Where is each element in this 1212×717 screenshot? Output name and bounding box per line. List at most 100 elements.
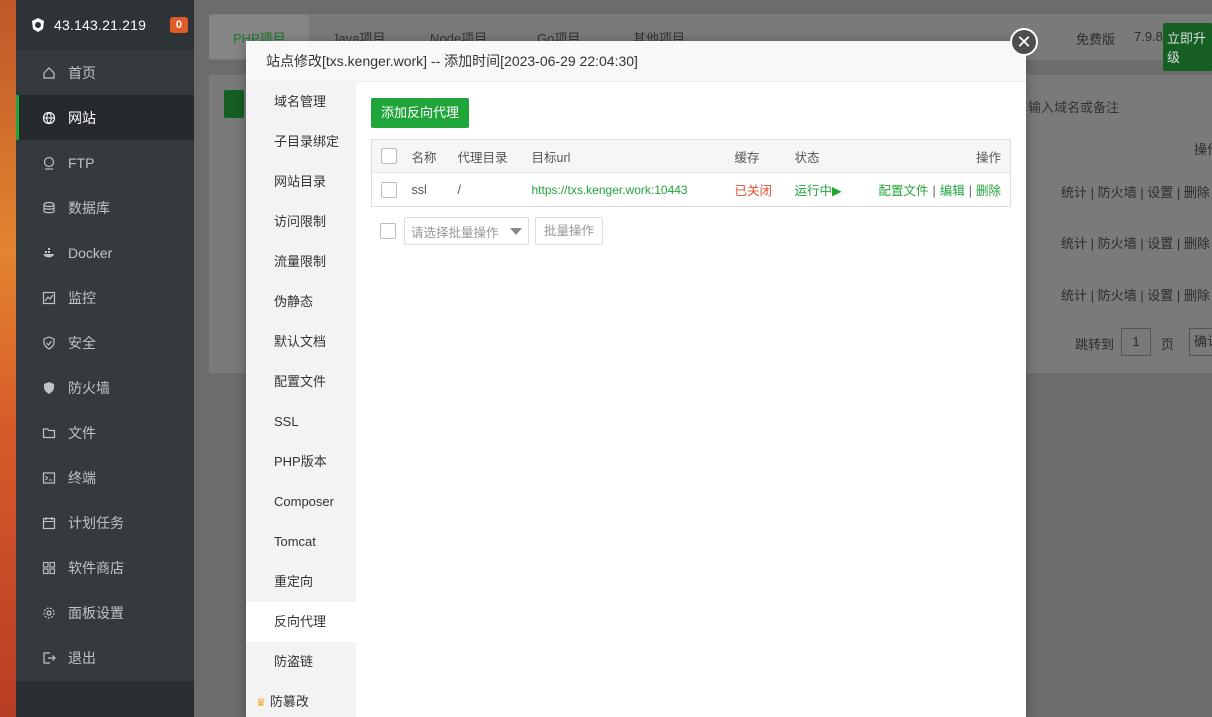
batch-operate-button[interactable]: 批量操作 — [535, 217, 604, 245]
sidebar-item-8[interactable]: 文件 — [16, 410, 194, 455]
modal-nav-item-5[interactable]: 伪静态 — [246, 282, 356, 322]
firewall-icon — [44, 381, 54, 394]
modal-nav-item-2[interactable]: 网站目录 — [246, 162, 356, 202]
col-cache: 缓存 — [734, 139, 795, 173]
add-reverse-proxy-button[interactable]: 添加反向代理 — [371, 98, 470, 128]
page-input[interactable]: 1 — [1121, 328, 1151, 356]
modal-nav-item-7[interactable]: 配置文件 — [246, 362, 356, 402]
modal-nav-item-13[interactable]: 反向代理 — [246, 602, 356, 642]
server-header: 43.143.21.219 0 — [16, 0, 194, 50]
sidebar-item-4[interactable]: Docker — [16, 230, 194, 275]
modal-nav-item-6[interactable]: 默认文档 — [246, 322, 356, 362]
modal-nav-item-11[interactable]: Tomcat — [246, 522, 356, 562]
folder-icon — [42, 427, 56, 438]
sidebar-footer — [16, 681, 194, 717]
sidebar-item-5[interactable]: 监控 — [16, 275, 194, 320]
sidebar-item-12[interactable]: 面板设置 — [16, 590, 194, 635]
stats-link[interactable]: 统计 — [1061, 236, 1087, 251]
add-site-button[interactable] — [224, 90, 244, 118]
desktop-edge — [0, 0, 16, 717]
modal-nav-item-9[interactable]: PHP版本 — [246, 442, 356, 482]
modal-nav-label: 防盗链 — [274, 654, 314, 669]
sidebar-item-3[interactable]: 数据库 — [16, 185, 194, 230]
close-icon: ✕ — [1016, 31, 1032, 52]
col-proxy-dir: 代理目录 — [457, 139, 532, 173]
modal-nav-item-10[interactable]: Composer — [246, 482, 356, 522]
delete-link[interactable]: 删除 — [1184, 288, 1210, 303]
sidebar-item-1[interactable]: 网站 — [16, 95, 194, 140]
select-all-checkbox[interactable] — [381, 148, 397, 164]
batch-checkbox[interactable] — [380, 223, 396, 239]
modal-nav-item-12[interactable]: 重定向 — [246, 562, 356, 602]
confirm-page-button[interactable]: 确认 — [1189, 328, 1212, 356]
edit-link[interactable]: 编辑 — [940, 184, 965, 198]
upgrade-button[interactable]: 立即升级 — [1163, 23, 1212, 71]
cache-status[interactable]: 已关闭 — [735, 173, 795, 207]
grid-icon — [42, 561, 56, 574]
proxy-table: 名称 代理目录 目标url 缓存 状态 操作 ssl / https://txs… — [371, 139, 1011, 207]
sidebar-item-label: 数据库 — [68, 199, 110, 216]
database-icon — [43, 201, 55, 213]
delete-link[interactable]: 删除 — [976, 184, 1001, 198]
sidebar-item-9[interactable]: 终端 — [16, 455, 194, 500]
sidebar-item-label: 网站 — [68, 109, 96, 126]
sidebar-item-6[interactable]: 安全 — [16, 320, 194, 365]
row-checkbox[interactable] — [381, 181, 397, 198]
modal-nav-label: SSL — [274, 414, 299, 429]
modal-nav-item-8[interactable]: SSL — [246, 402, 356, 442]
sidebar-item-0[interactable]: 首页 — [16, 50, 194, 95]
run-status[interactable]: 运行中▶ — [795, 173, 875, 207]
row-actions-3: 统计 | 防火墙 | 设置 | 删除 — [1061, 288, 1210, 303]
table-header-row: 名称 代理目录 目标url 缓存 状态 操作 — [371, 139, 1011, 173]
modal-nav-label: 伪静态 — [274, 294, 314, 309]
shield-icon — [43, 335, 55, 350]
bt-logo-icon — [32, 18, 44, 32]
row-actions-1: 统计 | 防火墙 | 设置 | 删除 — [1061, 185, 1210, 200]
message-badge[interactable]: 0 — [169, 17, 188, 33]
ftp-icon — [43, 156, 55, 170]
firewall-link[interactable]: 防火墙 — [1098, 236, 1137, 251]
modal-nav-item-3[interactable]: 访问限制 — [246, 202, 356, 242]
col-status: 状态 — [794, 139, 875, 173]
modal-nav-label: 域名管理 — [274, 94, 327, 109]
modal-nav-label: 流量限制 — [274, 254, 327, 269]
modal-nav-label: Tomcat — [274, 534, 316, 549]
firewall-link[interactable]: 防火墙 — [1098, 185, 1137, 200]
proxy-dir: / — [457, 182, 461, 197]
batch-select[interactable]: 请选择批量操作 — [404, 217, 529, 245]
modal-nav-label: 配置文件 — [274, 374, 327, 389]
settings-link[interactable]: 设置 — [1147, 288, 1173, 303]
modal-nav-item-14[interactable]: 防盗链 — [246, 642, 356, 682]
gear-icon — [43, 606, 55, 619]
sidebar-item-11[interactable]: 软件商店 — [16, 545, 194, 590]
row-actions: 配置文件 | 编辑 | 删除 — [878, 184, 1001, 198]
modal-nav-item-4[interactable]: 流量限制 — [246, 242, 356, 282]
docker-icon — [43, 247, 54, 257]
modal-nav-item-0[interactable]: 域名管理 — [246, 82, 356, 122]
stats-link[interactable]: 统计 — [1061, 288, 1087, 303]
home-icon — [43, 66, 55, 79]
settings-link[interactable]: 设置 — [1147, 185, 1173, 200]
sidebar-item-7[interactable]: 防火墙 — [16, 365, 194, 410]
modal-nav-item-1[interactable]: 子目录绑定 — [246, 122, 356, 162]
modal-title: 站点修改[txs.kenger.work] -- 添加时间[2023-06-29… — [246, 41, 1026, 82]
sidebar-item-10[interactable]: 计划任务 — [16, 500, 194, 545]
target-url-link[interactable]: https://txs.kenger.work:10443 — [532, 173, 735, 207]
delete-link[interactable]: 删除 — [1184, 236, 1210, 251]
terminal-icon — [42, 471, 56, 484]
modal-nav-label: 反向代理 — [274, 614, 327, 629]
site-search-input[interactable]: 输入域名或备注 — [1028, 97, 1119, 116]
sidebar-item-label: 终端 — [68, 469, 96, 486]
modal-nav-item-15[interactable]: ♛ 防篡改 — [246, 682, 356, 717]
firewall-link[interactable]: 防火墙 — [1098, 288, 1137, 303]
close-modal-button[interactable]: ✕ — [1010, 28, 1038, 56]
stats-link[interactable]: 统计 — [1061, 185, 1087, 200]
delete-link[interactable]: 删除 — [1184, 185, 1210, 200]
sidebar-item-label: 监控 — [68, 289, 96, 306]
settings-link[interactable]: 设置 — [1147, 236, 1173, 251]
config-file-link[interactable]: 配置文件 — [878, 184, 928, 198]
crown-icon: ♛ — [256, 697, 266, 709]
sidebar-item-2[interactable]: FTP — [16, 140, 194, 185]
sidebar-item-label: 软件商店 — [68, 559, 124, 576]
sidebar-item-13[interactable]: 退出 — [16, 635, 194, 680]
